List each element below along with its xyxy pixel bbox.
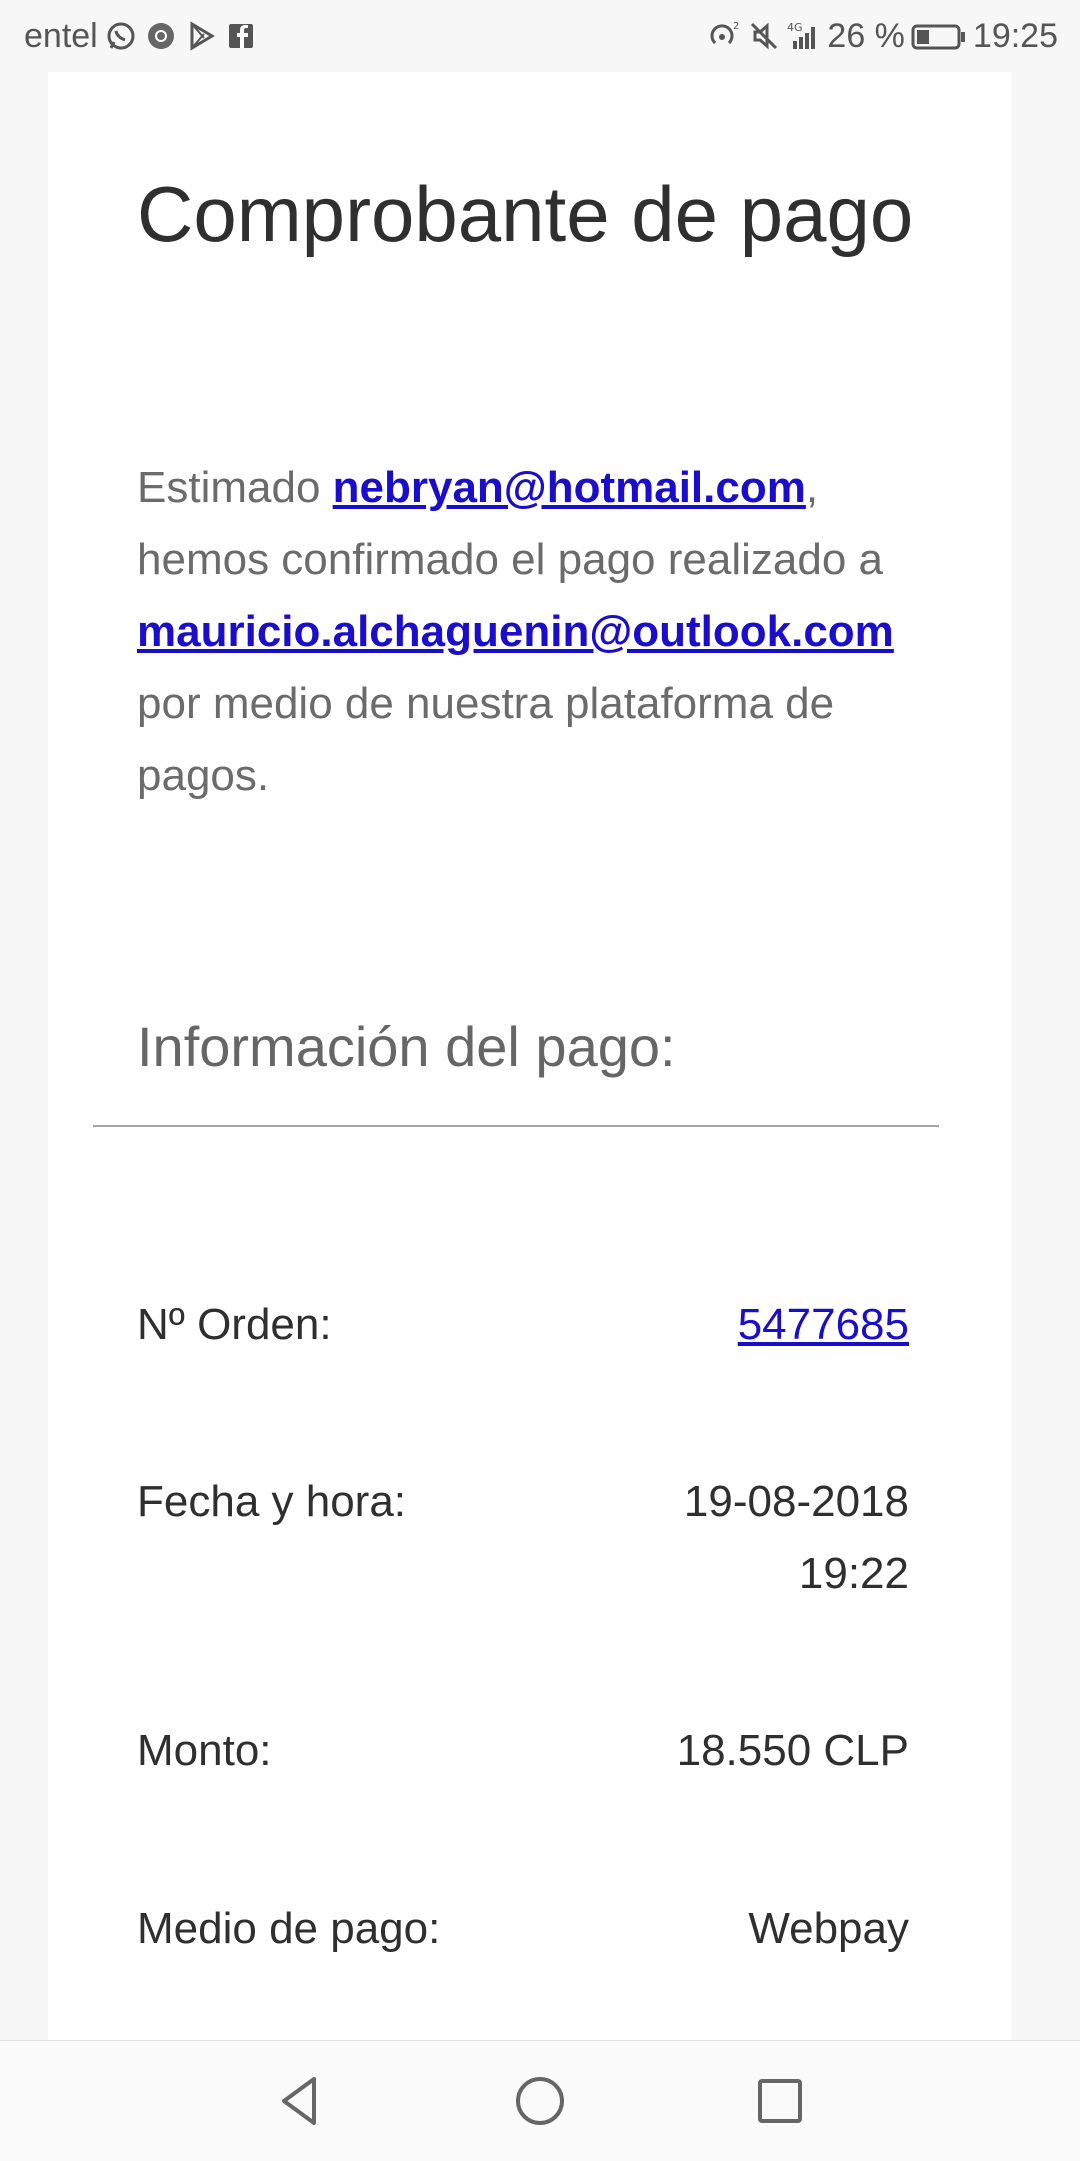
payment-method-label: Medio de pago:	[137, 1904, 441, 1953]
order-number-link[interactable]: 5477685	[738, 1300, 909, 1349]
page-title: Comprobante de pago	[137, 170, 914, 258]
intro-paragraph: Estimado nebryan@hotmail.com, hemos conf…	[137, 452, 937, 812]
status-bar: entel 2 4G 26 % 19:25	[0, 0, 1080, 72]
home-icon[interactable]	[510, 2071, 570, 2131]
amount-row: Monto: 18.550 CLP	[137, 1715, 909, 1787]
order-number-label: Nº Orden:	[137, 1300, 332, 1349]
amount-value: 18.550 CLP	[676, 1726, 909, 1775]
signal-4g-icon: 4G	[787, 19, 821, 53]
payment-method-value: Webpay	[748, 1904, 909, 1953]
clock: 19:25	[972, 17, 1058, 55]
hotspot-icon: 2	[707, 19, 741, 53]
svg-text:2: 2	[733, 21, 739, 32]
mute-icon	[747, 19, 781, 53]
intro-suffix: por medio de nuestra plataforma de pagos…	[137, 679, 835, 800]
whatsapp-icon	[104, 19, 138, 53]
payment-method-row: Medio de pago: Webpay	[137, 1893, 909, 1965]
time-value: 19:22	[798, 1549, 909, 1598]
receipt-card: Comprobante de pago Estimado nebryan@hot…	[48, 72, 1011, 2040]
carrier-name: entel	[24, 17, 98, 55]
amount-label: Monto:	[137, 1726, 272, 1775]
back-icon[interactable]	[270, 2071, 330, 2131]
facebook-icon	[224, 19, 258, 53]
date-value: 19-08-2018	[683, 1477, 909, 1526]
intro-prefix: Estimado	[137, 463, 333, 512]
battery-icon	[911, 19, 967, 53]
recents-icon[interactable]	[750, 2071, 810, 2131]
payment-info-heading: Información del pago:	[137, 1015, 676, 1078]
play-store-icon	[184, 19, 218, 53]
payer-email-link[interactable]: nebryan@hotmail.com	[333, 463, 806, 512]
datetime-label: Fecha y hora:	[137, 1477, 407, 1526]
section-divider	[93, 1125, 939, 1127]
datetime-value: 19-08-2018 19:22	[684, 1466, 909, 1610]
svg-text:4G: 4G	[787, 21, 803, 34]
status-bar-left: entel	[24, 14, 258, 58]
order-number-row: Nº Orden: 5477685	[137, 1289, 909, 1361]
chrome-icon	[144, 19, 178, 53]
status-bar-right: 2 4G 26 % 19:25	[707, 14, 1058, 58]
battery-percent: 26 %	[827, 17, 905, 55]
datetime-row: Fecha y hora: 19-08-2018 19:22	[137, 1466, 909, 1610]
payee-email-link[interactable]: mauricio.alchaguenin@outlook.com	[137, 607, 894, 656]
navigation-bar	[0, 2040, 1080, 2161]
